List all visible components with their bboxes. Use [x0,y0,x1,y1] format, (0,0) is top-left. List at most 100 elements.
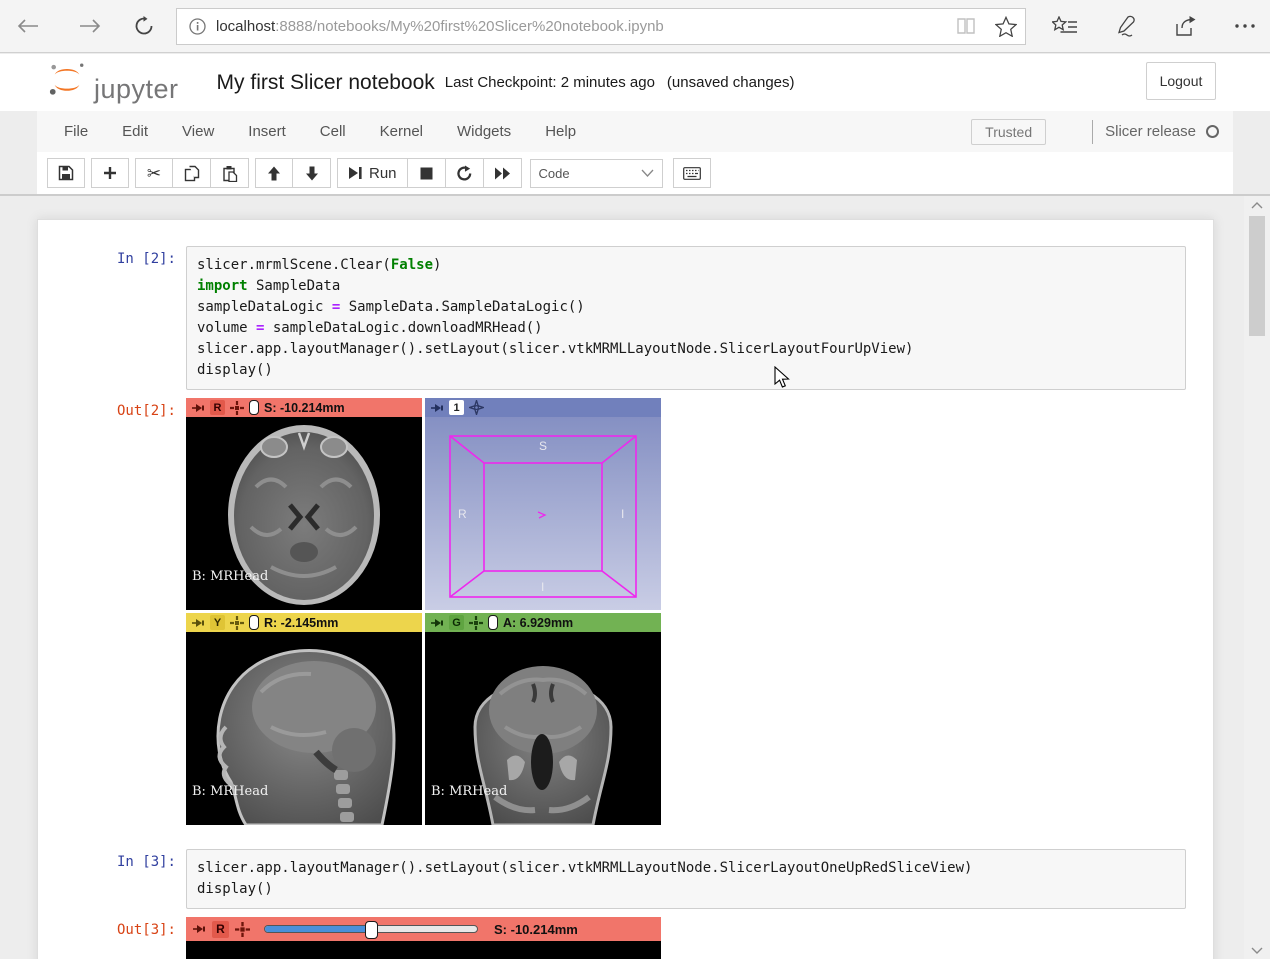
save-button[interactable] [47,158,85,188]
slider-thumb[interactable] [365,921,378,939]
code-cell-3[interactable]: In [3]: slicer.app.layoutManager().setLa… [38,849,1186,909]
share-icon[interactable] [1174,15,1198,37]
scrollbar-thumb[interactable] [1249,216,1265,336]
red-slice-offset: S: -10.214mm [494,922,578,937]
menu-file[interactable]: File [47,111,105,152]
jupyter-header: jupyter My first Slicer notebook Last Ch… [0,54,1270,111]
yellow-slice-header: Y R: -2.145mm [186,613,422,632]
trusted-button[interactable]: Trusted [971,119,1046,145]
more-options-icon[interactable] [1234,23,1256,29]
notebook-toolbar: ✂ Run [37,152,1233,194]
pin-icon[interactable] [430,618,444,628]
jupyter-logo-icon [48,60,86,98]
menu-cell[interactable]: Cell [303,111,363,152]
volume-label: B: MRHead [192,569,268,584]
yellow-view-letter[interactable]: Y [210,615,225,630]
menu-kernel[interactable]: Kernel [363,111,440,152]
command-palette-button[interactable] [673,158,711,188]
paste-cell-button[interactable] [211,158,249,188]
checkpoint-status: Last Checkpoint: 2 minutes ago [445,74,655,91]
cell-type-dropdown[interactable]: Code [530,159,663,188]
red-view-letter[interactable]: R [212,921,229,938]
paste-icon [222,165,238,182]
threeD-scene: S R I I [425,417,661,610]
crosshair-icon[interactable] [469,616,483,630]
browser-refresh-button[interactable] [124,6,164,46]
menu-insert[interactable]: Insert [231,111,303,152]
run-button-label: Run [369,165,397,182]
red-view-letter[interactable]: R [210,400,225,415]
favorites-hub-icon[interactable] [1052,16,1078,36]
crosshair-icon[interactable] [230,616,244,630]
cell-type-value: Code [539,166,570,181]
browser-back-button[interactable] [8,6,48,46]
yellow-slice-slider[interactable] [249,615,259,630]
slicer-fourup-view: R S: -10.214mm [186,398,661,825]
crosshair-icon[interactable] [230,401,244,415]
code-input-3[interactable]: slicer.app.layoutManager().setLayout(sli… [186,849,1186,909]
restart-kernel-button[interactable] [446,158,484,188]
plus-icon [103,166,117,180]
pin-icon[interactable] [191,403,205,413]
site-info-icon[interactable] [189,18,206,35]
menu-edit[interactable]: Edit [105,111,165,152]
arrow-down-icon [305,166,319,181]
unsaved-changes-status: (unsaved changes) [667,74,795,91]
copy-cell-button[interactable] [173,158,211,188]
green-slice-slider[interactable] [488,615,498,630]
browser-toolbar: localhost:8888/notebooks/My%20first%20Sl… [0,0,1270,53]
favorite-star-icon[interactable] [995,16,1017,37]
run-cell-button[interactable]: Run [337,158,408,188]
green-view-letter[interactable]: G [449,615,464,630]
logout-button[interactable]: Logout [1146,62,1216,100]
browser-action-icons [1052,15,1262,37]
chevron-up-icon [1251,202,1263,209]
jupyter-logo-text: jupyter [94,74,179,105]
move-cell-down-button[interactable] [293,158,331,188]
menu-view[interactable]: View [165,111,231,152]
url-text: localhost:8888/notebooks/My%20first%20Sl… [216,18,955,35]
code-input-2[interactable]: slicer.mrmlScene.Clear(False)import Samp… [186,246,1186,390]
pin-icon[interactable] [192,924,206,934]
cut-cell-button[interactable]: ✂ [135,158,173,188]
web-notes-pen-icon[interactable] [1114,15,1138,37]
coronal-mri-image: B: MRHead [425,632,661,825]
address-bar[interactable]: localhost:8888/notebooks/My%20first%20Sl… [176,8,1026,45]
arrow-up-icon [267,166,281,181]
page-scrollbar[interactable] [1244,196,1270,959]
browser-forward-button[interactable] [70,6,110,46]
orientation-left-face: R [458,507,467,521]
pin-icon[interactable] [430,403,444,413]
pin-icon[interactable] [191,618,205,628]
green-slice-view: G A: 6.929mm [425,613,661,825]
jupyter-logo[interactable]: jupyter [48,60,179,105]
reading-view-icon[interactable] [955,17,977,35]
mouse-cursor [774,366,790,389]
add-cell-button[interactable] [91,158,129,188]
slice-offset-slider[interactable] [264,925,478,933]
scroll-up-arrow[interactable] [1244,196,1270,214]
interrupt-kernel-button[interactable] [408,158,446,188]
screen: localhost:8888/notebooks/My%20first%20Sl… [0,0,1270,959]
spin-view-icon[interactable] [469,400,484,415]
code-cell-2[interactable]: In [2]: slicer.mrmlScene.Clear(False)imp… [38,246,1186,390]
red-slice-slider[interactable] [249,400,259,415]
green-slice-offset: A: 6.929mm [503,616,573,630]
restart-icon [456,165,473,182]
menu-help[interactable]: Help [528,111,593,152]
volume-label: B: MRHead [192,784,268,799]
save-icon [58,165,74,181]
move-cell-up-button[interactable] [255,158,293,188]
notebook-title[interactable]: My first Slicer notebook [217,71,435,95]
notebook-page: In [2]: slicer.mrmlScene.Clear(False)imp… [0,196,1270,959]
red-slice-header: R S: -10.214mm [186,398,422,417]
scroll-down-arrow[interactable] [1244,941,1270,959]
restart-run-all-button[interactable] [484,158,522,188]
orientation-inferior: I [541,580,544,594]
threeD-view-label[interactable]: 1 [449,400,464,415]
green-slice-header: G A: 6.929mm [425,613,661,632]
menubar-right: Trusted Slicer release [971,119,1233,145]
crosshair-icon[interactable] [235,922,250,937]
keyboard-icon [683,167,701,180]
menu-widgets[interactable]: Widgets [440,111,528,152]
